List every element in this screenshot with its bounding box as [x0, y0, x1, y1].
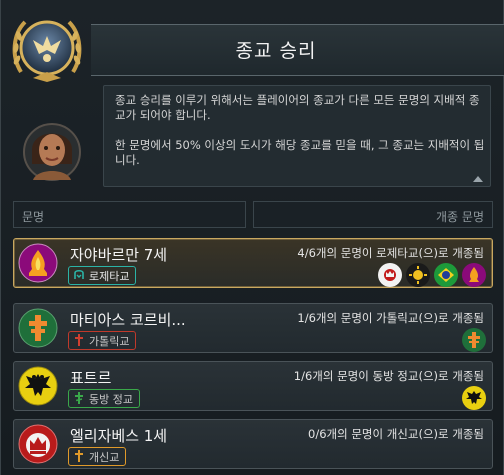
converted-civ-icons [462, 328, 486, 352]
column-header-converted[interactable]: 개종 문명 [253, 201, 493, 228]
civ-icon-cross [18, 308, 58, 348]
yellow-sun-icon[interactable] [406, 263, 430, 287]
green-globe-icon[interactable] [434, 263, 458, 287]
converted-civ-icons [462, 386, 486, 410]
eagle-icon[interactable] [462, 386, 486, 410]
civ-name: 엘리자베스 1세 [70, 427, 168, 445]
conversion-status: 1/6개의 문명이 가톨릭교(으)로 개종됨 [297, 311, 484, 325]
religious-victory-emblem-icon [12, 20, 82, 82]
civ-icon-flame [18, 243, 58, 283]
civ-name: 자야바르만 7세 [70, 246, 168, 264]
civ-row-peter[interactable]: 표트르 1/6개의 문명이 동방 정교(으)로 개종됨 동방 정교 [13, 361, 493, 411]
civ-row-matthias[interactable]: 마티아스 코르비... 1/6개의 문명이 가톨릭교(으)로 개종됨 가톨릭교 [13, 303, 493, 353]
civ-icon-eagle [18, 366, 58, 406]
purple-flame-icon[interactable] [462, 263, 486, 287]
conversion-status: 4/6개의 문명이 로제타교(으)로 개종됨 [297, 246, 484, 260]
protestant-cross-icon [75, 450, 83, 462]
conversion-status: 0/6개의 문명이 개신교(으)로 개종됨 [308, 427, 484, 441]
catholic-cross-icon [75, 334, 83, 346]
religion-name: 동방 정교 [89, 393, 133, 406]
advisor-paragraph: 한 문명에서 50% 이상의 도시가 해당 종교를 믿을 때, 그 종교는 지배… [115, 138, 485, 167]
religion-badge: 로제타교 [68, 266, 137, 285]
religion-badge: 개신교 [68, 447, 127, 466]
page-title: 종교 승리 [235, 40, 317, 62]
civ-row-elizabeth[interactable]: 엘리자베스 1세 0/6개의 문명이 개신교(으)로 개종됨 개신교 [13, 419, 493, 469]
religion-name: 로제타교 [89, 270, 130, 283]
advisor-paragraph: 종교 승리를 이루기 위해서는 플레이어의 종교가 다른 모든 문명의 지배적 … [115, 93, 480, 122]
column-header-civilization[interactable]: 문명 [13, 201, 246, 228]
religion-badge: 가톨릭교 [68, 331, 137, 350]
civ-name: 표트르 [70, 369, 112, 387]
advisor-text: 종교 승리를 이루기 위해서는 플레이어의 종교가 다른 모든 문명의 지배적 … [115, 93, 485, 183]
civ-row-jayavarman[interactable]: 자야바르만 7세 4/6개의 문명이 로제타교(으)로 개종됨 로제타교 [13, 238, 493, 288]
red-crown-icon[interactable] [378, 263, 402, 287]
civ-name: 마티아스 코르비... [70, 311, 186, 329]
religious-victory-panel: 종교 승리 종교 승리를 이루기 위해서는 플레이어의 종교가 다른 모든 문명… [0, 0, 504, 475]
orange-cross-icon[interactable] [462, 328, 486, 352]
civ-icon-crown [18, 424, 58, 464]
orthodox-cross-icon [75, 392, 83, 404]
collapse-arrow-icon[interactable] [473, 176, 483, 182]
religion-name: 가톨릭교 [89, 335, 130, 348]
rosetta-religion-icon [74, 269, 84, 279]
advisor-portrait [23, 123, 81, 181]
religion-badge: 동방 정교 [68, 389, 140, 408]
conversion-status: 1/6개의 문명이 동방 정교(으)로 개종됨 [293, 369, 484, 383]
religion-name: 개신교 [89, 451, 120, 464]
converted-civ-icons [378, 263, 486, 287]
